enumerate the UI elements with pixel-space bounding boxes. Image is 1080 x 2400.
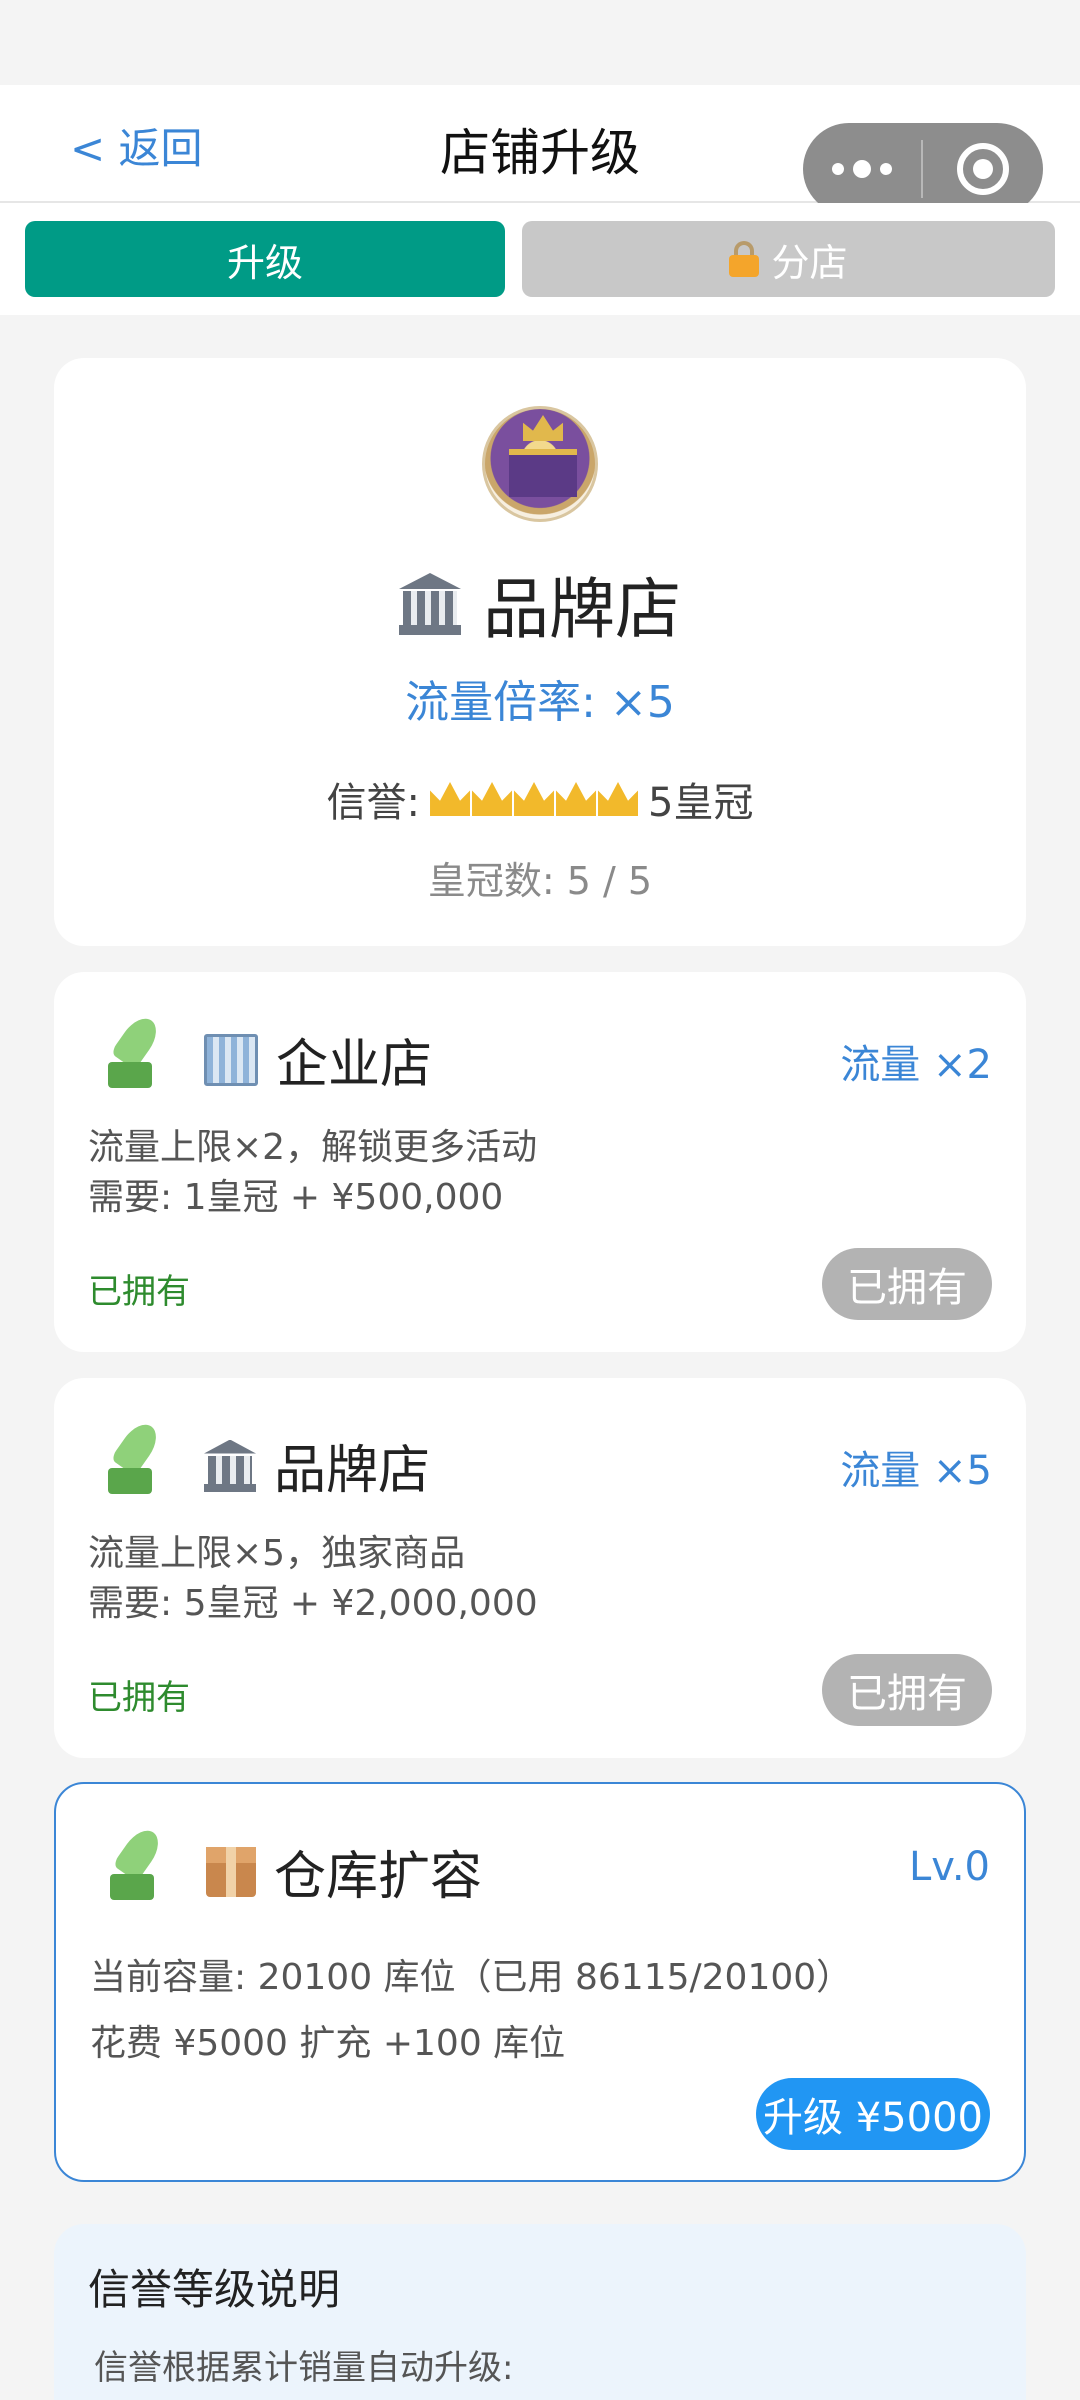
owned-button[interactable]: 已拥有 [822, 1654, 992, 1726]
credit-level-text: 1-5心 (0-500销量) [132, 2390, 426, 2400]
crown-count: 皇冠数: 5 / 5 [427, 859, 653, 903]
crown-icon [430, 782, 471, 816]
shop-title: 品牌店 [204, 1428, 430, 1503]
warehouse-name: 仓库扩容 [274, 1847, 483, 1907]
shop-emblem-icon [482, 406, 598, 522]
tab-branch[interactable]: 分店 [522, 221, 1055, 297]
shop-requirement: 需要: 5皇冠 + ¥2,000,000 [88, 1583, 538, 1624]
bank-icon [204, 1439, 256, 1492]
credit-row: 信誉: 5皇冠 [54, 770, 1026, 828]
shop-name: 品牌店 [274, 1441, 431, 1501]
shop-name: 企业店 [276, 1035, 433, 1095]
nav-bar: < 返回 店铺升级 [0, 85, 1080, 215]
credit-label: 信誉: [326, 780, 421, 826]
crown-icon [514, 782, 555, 816]
close-mini-program-icon[interactable] [923, 123, 1043, 215]
warehouse-capacity: 当前容量: 20100 库位（已用 86115/20100） [90, 1957, 853, 1998]
shop-status: 已拥有 [88, 1678, 190, 1718]
tab-upgrade-label: 升级 [226, 240, 303, 285]
warehouse-cost: 花费 ¥5000 扩充 +100 库位 [90, 2023, 566, 2064]
shop-description: 流量上限×5，独家商品 [88, 1533, 466, 1574]
current-shop-name: 品牌店 [483, 571, 681, 648]
package-icon [206, 1846, 256, 1897]
crown-icons [430, 782, 639, 816]
crown-icon [472, 782, 513, 816]
credit-level-row: 1-5心 (0-500销量) [90, 2390, 426, 2400]
tab-upgrade[interactable]: 升级 [25, 221, 505, 297]
shop-card-brand: 品牌店 流量 ×5 流量上限×5，独家商品 需要: 5皇冠 + ¥2,000,0… [54, 1378, 1026, 1758]
crown-icon [556, 782, 597, 816]
rocket-icon [104, 1011, 168, 1094]
rocket-icon [106, 1823, 170, 1906]
current-shop-card: 品牌店 流量倍率: ×5 信誉: 5皇冠 皇冠数: 5 / 5 [54, 358, 1026, 946]
shop-description: 流量上限×2，解锁更多活动 [88, 1127, 538, 1168]
bank-icon [399, 573, 461, 635]
shop-traffic-tag: 流量 ×2 [840, 1042, 992, 1088]
status-bar-area [0, 0, 1080, 85]
current-shop-title: 品牌店 [54, 556, 1026, 652]
credit-info-description: 信誉根据累计销量自动升级: [94, 2348, 514, 2388]
shop-title: 企业店 [204, 1022, 432, 1097]
shop-status: 已拥有 [88, 1272, 190, 1312]
mini-program-capsule [803, 123, 1043, 215]
warehouse-title: 仓库扩容 [206, 1834, 482, 1909]
shop-requirement: 需要: 1皇冠 + ¥500,000 [88, 1177, 504, 1218]
shop-traffic-tag: 流量 ×5 [840, 1448, 992, 1494]
credit-info-panel: 信誉等级说明 信誉根据累计销量自动升级: 1-5心 (0-500销量) [54, 2224, 1026, 2400]
rocket-icon [104, 1417, 168, 1500]
traffic-rate: 流量倍率: ×5 [405, 677, 675, 728]
warehouse-card: 仓库扩容 Lv.0 当前容量: 20100 库位（已用 86115/20100）… [54, 1782, 1026, 2182]
tab-branch-label: 分店 [771, 240, 848, 285]
crown-icon [598, 782, 639, 816]
lock-icon [729, 241, 760, 277]
warehouse-upgrade-button[interactable]: 升级 ¥5000 [756, 2078, 990, 2150]
owned-button[interactable]: 已拥有 [822, 1248, 992, 1320]
shop-card-enterprise: 企业店 流量 ×2 流量上限×2，解锁更多活动 需要: 1皇冠 + ¥500,0… [54, 972, 1026, 1352]
credit-info-title: 信誉等级说明 [88, 2265, 341, 2314]
office-building-icon [204, 1033, 258, 1086]
warehouse-level: Lv.0 [908, 1844, 990, 1890]
tab-bar: 升级 分店 [0, 203, 1080, 315]
credit-text: 5皇冠 [648, 780, 754, 826]
more-menu-icon[interactable] [803, 123, 921, 215]
